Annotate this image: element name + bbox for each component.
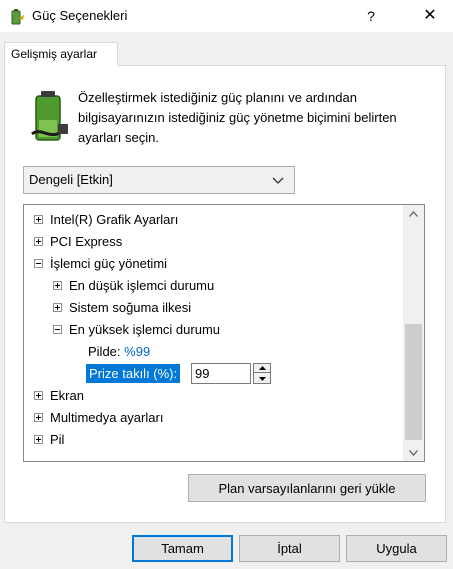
plugged-in-label: Prize takılı (%): — [86, 364, 181, 383]
tree-item-label: Intel(R) Grafik Ayarları — [50, 212, 179, 227]
expand-icon[interactable] — [34, 215, 43, 224]
restore-defaults-button[interactable]: Plan varsayılanlarını geri yükle — [188, 474, 426, 502]
tree-item-label: Multimedya ayarları — [50, 410, 164, 425]
plan-select[interactable]: Dengeli [Etkin] — [23, 166, 295, 194]
spin-down-icon[interactable] — [254, 374, 270, 383]
quantity-stepper[interactable] — [253, 363, 271, 384]
expand-icon[interactable] — [34, 435, 43, 444]
expand-icon[interactable] — [53, 281, 62, 290]
apply-button[interactable]: Uygula — [346, 535, 447, 562]
close-button[interactable]: ✕ — [410, 0, 450, 32]
plugged-in-input[interactable] — [191, 363, 251, 384]
help-button[interactable]: ? — [356, 0, 386, 32]
on-battery-value[interactable]: %99 — [124, 344, 150, 359]
expand-icon[interactable] — [34, 413, 43, 422]
battery-plug-icon — [31, 91, 68, 141]
tree-item-label: PCI Express — [50, 234, 123, 249]
description-text: Özelleştirmek istediğiniz güç planını ve… — [78, 90, 397, 145]
expand-icon[interactable] — [34, 237, 43, 246]
tree-item-label: Sistem soğuma ilkesi — [69, 300, 192, 315]
tree-item-label: İşlemci güç yönetimi — [50, 256, 168, 271]
expand-icon[interactable] — [34, 391, 43, 400]
spin-up-icon[interactable] — [254, 364, 270, 373]
cancel-button[interactable]: İptal — [239, 535, 340, 562]
on-battery-label: Pilde: — [88, 344, 121, 359]
settings-tree[interactable]: Intel(R) Grafik Ayarları PCI Express İşl… — [23, 204, 425, 462]
chevron-down-icon[interactable] — [270, 172, 286, 188]
scroll-up-icon[interactable] — [403, 205, 424, 222]
collapse-icon[interactable] — [34, 259, 43, 268]
window-title: Güç Seçenekleri — [32, 8, 128, 23]
collapse-icon[interactable] — [53, 325, 62, 334]
power-options-icon — [11, 9, 24, 25]
tree-item-plugged-in[interactable]: Prize takılı (%): — [86, 363, 346, 384]
tree-item-label: En düşük işlemci durumu — [69, 278, 215, 293]
expand-icon[interactable] — [53, 303, 62, 312]
tree-item-label: Pil — [50, 432, 65, 447]
tree-item-label: En yüksek işlemci durumu — [69, 322, 220, 337]
scrollbar-thumb[interactable] — [405, 324, 422, 440]
tab-advanced-settings[interactable]: Gelişmiş ayarlar — [4, 42, 118, 66]
tree-item-label: Ekran — [50, 388, 84, 403]
scroll-down-icon[interactable] — [403, 444, 424, 461]
tree-item-on-battery[interactable]: Pilde: %99 — [88, 341, 150, 362]
ok-button[interactable]: Tamam — [132, 535, 233, 562]
